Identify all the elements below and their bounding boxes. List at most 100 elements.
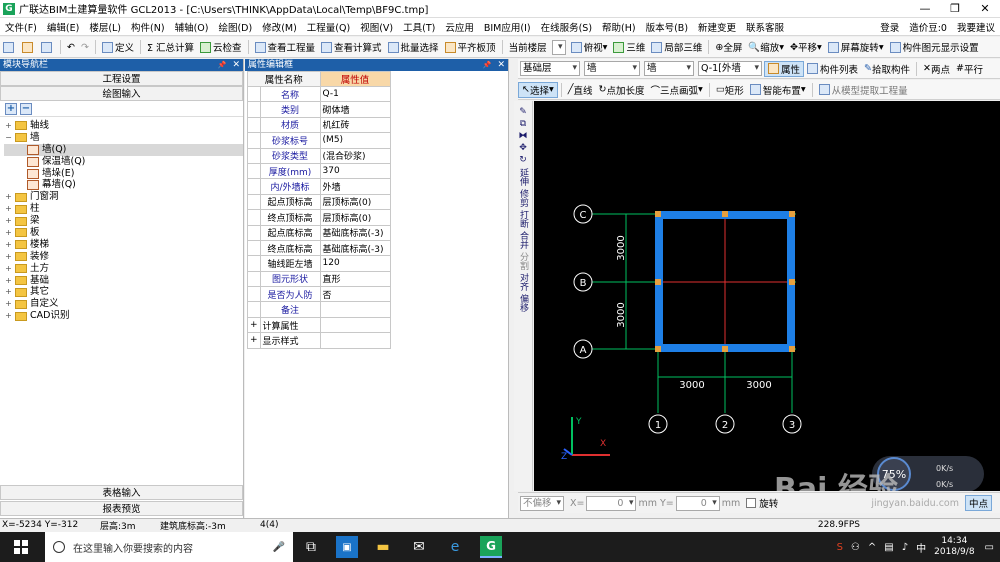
batch-select-button[interactable]: 批量选择 <box>385 40 442 54</box>
fullscreen-button[interactable]: ⊕ 全屏 <box>712 40 745 55</box>
tree-item[interactable]: + 轴线 <box>4 120 243 132</box>
move-icon[interactable]: ✥ <box>514 143 532 153</box>
menu-edit[interactable]: 编辑(E) <box>42 20 84 34</box>
menu-version[interactable]: 版本号(B) <box>641 20 693 34</box>
offset-button[interactable]: 偏移 <box>518 294 528 312</box>
y-input[interactable]: 0 <box>675 495 720 511</box>
define-button[interactable]: 定义 <box>99 40 137 54</box>
top-view-button[interactable]: 俯视 ▾ <box>568 40 611 54</box>
property-value[interactable]: 砌体墙 <box>319 101 391 118</box>
expand-icon[interactable]: + <box>4 263 13 275</box>
menu-online[interactable]: 在线服务(S) <box>536 20 597 34</box>
store-icon[interactable]: ▣ <box>336 536 358 558</box>
node[interactable] <box>722 346 728 352</box>
expand-icon[interactable]: − <box>4 132 13 144</box>
floor-dropdown[interactable] <box>551 39 566 55</box>
pin-icon[interactable]: 📌 <box>218 59 227 71</box>
property-value[interactable]: 120 <box>319 255 391 272</box>
close-icon[interactable]: ✕ <box>497 59 505 71</box>
rotate-icon[interactable]: ↻ <box>514 155 532 165</box>
menu-view[interactable]: 视图(V) <box>355 20 398 34</box>
property-value[interactable]: (混合砂浆) <box>319 147 391 164</box>
menu-help[interactable]: 帮助(H) <box>597 20 641 34</box>
expand-icon[interactable]: + <box>4 120 13 132</box>
tree-item[interactable]: + 自定义 <box>4 298 243 310</box>
cloud-check-button[interactable]: 云检查 <box>197 40 245 54</box>
tree-item[interactable]: + 门窗洞 <box>4 191 243 203</box>
merge-button[interactable]: 合并 <box>518 231 528 249</box>
attribute-button[interactable]: 属性 <box>764 60 805 77</box>
property-value[interactable]: (M5) <box>319 132 391 149</box>
property-value[interactable]: 直形 <box>319 270 391 288</box>
menu-support[interactable]: 联系客服 <box>741 20 789 34</box>
redo-button[interactable]: ↷ <box>78 42 92 53</box>
property-row[interactable]: 终点底标高 基础底标高(-3) <box>247 239 391 257</box>
tree-item[interactable]: − 墙 <box>4 132 243 144</box>
smart-layout-button[interactable]: 智能布置 ▾ <box>747 83 809 97</box>
tree-item[interactable]: + 板 <box>4 227 243 239</box>
maximize-button[interactable]: ❐ <box>940 0 970 18</box>
property-row[interactable]: 备注 <box>247 301 391 318</box>
pick-component-button[interactable]: ✎ 拾取构件 <box>861 62 913 76</box>
property-value[interactable]: 机红砖 <box>319 116 391 134</box>
close-icon[interactable]: ✕ <box>232 59 240 71</box>
property-row[interactable]: 起点顶标高 层顶标高(0) <box>247 193 391 211</box>
node[interactable] <box>789 279 795 285</box>
people-icon[interactable]: ⚇ <box>851 542 860 553</box>
trim-button[interactable]: 修剪 <box>518 189 528 207</box>
tree-item[interactable]: + CAD识别 <box>4 310 243 322</box>
menu-bim[interactable]: BIM应用(I) <box>479 20 536 34</box>
remove-icon[interactable]: − <box>20 102 32 115</box>
break-button[interactable]: 打断 <box>518 210 528 228</box>
menu-draw[interactable]: 绘图(D) <box>213 20 257 34</box>
table-input-button[interactable]: 表格输入 <box>0 485 243 500</box>
property-value[interactable]: 370 <box>319 162 391 180</box>
subtype-select[interactable]: 墙 <box>644 61 694 76</box>
volume-icon[interactable]: ♪ <box>902 542 908 553</box>
close-button[interactable]: ✕ <box>970 0 1000 18</box>
tree-item[interactable]: 幕墙(Q) <box>4 179 243 191</box>
tree-item[interactable]: + 楼梯 <box>4 239 243 251</box>
node[interactable] <box>722 211 728 217</box>
property-value[interactable] <box>319 301 391 318</box>
node[interactable] <box>655 211 661 217</box>
property-row[interactable]: 类别 砌体墙 <box>247 101 391 118</box>
new-file-button[interactable] <box>0 41 19 53</box>
explorer-icon[interactable]: ▬ <box>372 536 394 558</box>
tree-item[interactable]: 墙垛(E) <box>4 168 243 180</box>
tree-item[interactable]: 保温墙(Q) <box>4 156 243 168</box>
point-length-button[interactable]: ↻ 点加长度 <box>596 83 648 97</box>
screen-rotate-button[interactable]: 屏幕旋转 ▾ <box>825 40 887 54</box>
menu-file[interactable]: 文件(F) <box>0 20 42 34</box>
offset-select[interactable]: 不偏移 <box>520 495 564 511</box>
tree-item[interactable]: + 基础 <box>4 275 243 287</box>
property-row[interactable]: 材质 机红砖 <box>247 116 391 134</box>
expand-icon[interactable]: + <box>4 203 13 215</box>
extend-button[interactable]: 延伸 <box>518 168 528 186</box>
property-row[interactable]: 终点顶标高 层顶标高(0) <box>247 209 391 226</box>
menu-component[interactable]: 构件(N) <box>126 20 170 34</box>
component-list-button[interactable]: 构件列表 <box>804 62 861 76</box>
expand-icon[interactable]: + <box>247 316 261 334</box>
type-select[interactable]: 墙 <box>584 61 640 76</box>
select-button[interactable]: ↖ 选择 ▾ <box>518 81 558 98</box>
expand-icon[interactable]: + <box>4 275 13 287</box>
property-value[interactable]: Q-1 <box>319 85 391 103</box>
align-slab-top-button[interactable]: 平齐板顶 <box>442 40 499 54</box>
network-icon[interactable]: ▤ <box>884 542 893 553</box>
local-3d-button[interactable]: 局部三维 <box>648 40 705 54</box>
mirror-icon[interactable]: ⧓ <box>514 131 532 141</box>
property-row[interactable]: 内/外墙标 外墙 <box>247 178 391 195</box>
floor-select[interactable]: 基础层 <box>520 61 580 76</box>
property-value[interactable]: 否 <box>319 286 391 303</box>
property-value[interactable] <box>319 316 391 334</box>
expand-icon[interactable]: + <box>247 332 261 349</box>
zoom-button[interactable]: 🔍 缩放 ▾ <box>745 40 787 55</box>
menu-floor[interactable]: 楼层(L) <box>84 20 126 34</box>
pan-button[interactable]: ✥ 平移 ▾ <box>787 40 825 55</box>
expand-icon[interactable]: + <box>4 310 13 322</box>
node[interactable] <box>655 279 661 285</box>
expand-icon[interactable]: + <box>4 239 13 251</box>
tree-item[interactable]: 墙(Q) <box>4 143 243 156</box>
midpoint-button[interactable]: 中点 <box>964 495 992 511</box>
